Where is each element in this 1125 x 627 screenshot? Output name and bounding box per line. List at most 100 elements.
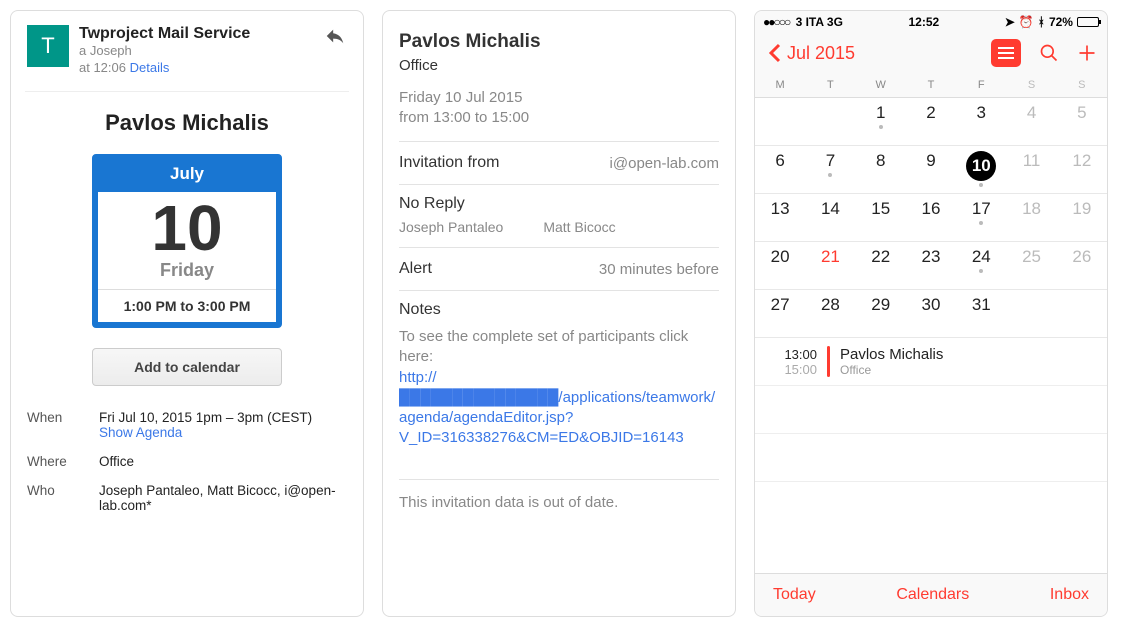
calendar-day[interactable]: 15 — [856, 194, 906, 242]
weekday-label: F — [956, 79, 1006, 91]
who-value: Joseph Pantaleo, Matt Bicocc, i@open-lab… — [99, 483, 347, 513]
calendar-day[interactable]: 25 — [1006, 242, 1056, 290]
calendar-day[interactable]: 10 — [956, 146, 1006, 194]
calendar-day[interactable]: 20 — [755, 242, 805, 290]
event-title: Pavlos Michalis — [27, 110, 347, 136]
show-agenda-link[interactable]: Show Agenda — [99, 425, 347, 440]
card-time-range: 1:00 PM to 3:00 PM — [98, 289, 276, 322]
time-line: at 12:06 — [79, 60, 126, 75]
noreply-participants: Joseph Pantaleo Matt Bicocc — [399, 219, 719, 247]
invitation-row[interactable]: Invitation from i@open-lab.com — [399, 141, 719, 184]
signal-dots-icon: ●●○○○ — [763, 15, 789, 29]
calendar-day[interactable]: 9 — [906, 146, 956, 194]
calendar-day[interactable]: 17 — [956, 194, 1006, 242]
where-value: Office — [99, 454, 347, 469]
calendar-day[interactable]: 26 — [1057, 242, 1107, 290]
status-bar: ●●○○○ 3 ITA 3G 12:52 ➤ ⏰ ᚼ 72% — [755, 11, 1107, 33]
mail-header: T Twproject Mail Service a Joseph at 12:… — [27, 25, 347, 77]
calendar-day — [1057, 290, 1107, 338]
event-date-line2: from 13:00 to 15:00 — [399, 109, 529, 126]
alarm-icon: ⏰ — [1019, 15, 1034, 29]
add-icon[interactable] — [1077, 43, 1097, 63]
empty-row — [755, 434, 1107, 482]
calendar-day[interactable]: 8 — [856, 146, 906, 194]
alert-label: Alert — [399, 260, 432, 278]
noreply-label: No Reply — [399, 195, 719, 213]
calendar-day[interactable]: 13 — [755, 194, 805, 242]
invitation-value: i@open-lab.com — [610, 155, 719, 172]
card-weekday: Friday — [98, 260, 276, 289]
calendar-day[interactable]: 11 — [1006, 146, 1056, 194]
list-view-button[interactable] — [991, 39, 1021, 67]
event-location: Office — [399, 57, 719, 74]
weekday-label: S — [1006, 79, 1056, 91]
today-button[interactable]: Today — [773, 586, 816, 604]
event-list: 13:00 15:00 Pavlos Michalis Office — [755, 338, 1107, 573]
invitation-label: Invitation from — [399, 154, 499, 172]
calendar-day[interactable]: 18 — [1006, 194, 1056, 242]
calendar-day[interactable]: 23 — [906, 242, 956, 290]
calendar-day[interactable]: 14 — [805, 194, 855, 242]
event-title: Pavlos Michalis — [399, 31, 719, 53]
calendar-card: July 10 Friday 1:00 PM to 3:00 PM — [92, 154, 282, 328]
calendars-button[interactable]: Calendars — [896, 586, 969, 604]
weekday-label: W — [856, 79, 906, 91]
back-label: Jul 2015 — [787, 43, 855, 64]
calendar-day[interactable]: 1 — [856, 98, 906, 146]
battery-icon — [1077, 17, 1099, 27]
weekday-label: T — [805, 79, 855, 91]
sender-name: Twproject Mail Service — [79, 25, 347, 43]
calendar-day[interactable]: 22 — [856, 242, 906, 290]
details-link[interactable]: Details — [130, 60, 170, 75]
clock: 12:52 — [908, 15, 939, 29]
back-button[interactable]: Jul 2015 — [765, 43, 855, 64]
calendar-day[interactable]: 16 — [906, 194, 956, 242]
calendar-day[interactable]: 21 — [805, 242, 855, 290]
calendar-day — [805, 98, 855, 146]
event-footer: This invitation data is out of date. — [399, 479, 719, 511]
search-icon[interactable] — [1039, 43, 1059, 63]
alert-value: 30 minutes before — [599, 261, 719, 278]
weekday-label: M — [755, 79, 805, 91]
calendar-day[interactable]: 7 — [805, 146, 855, 194]
event-datetime: Friday 10 Jul 2015 from 13:00 to 15:00 — [399, 88, 719, 127]
card-month: July — [98, 160, 276, 192]
alert-row[interactable]: Alert 30 minutes before — [399, 247, 719, 290]
participant-2: Matt Bicocc — [543, 219, 615, 235]
calendar-day[interactable]: 4 — [1006, 98, 1056, 146]
weekday-label: S — [1057, 79, 1107, 91]
calendar-day[interactable]: 28 — [805, 290, 855, 338]
calendar-day[interactable]: 27 — [755, 290, 805, 338]
calendar-day[interactable]: 24 — [956, 242, 1006, 290]
calendar-day[interactable]: 19 — [1057, 194, 1107, 242]
event-row-title: Pavlos Michalis — [840, 346, 943, 363]
bottom-toolbar: Today Calendars Inbox — [755, 573, 1107, 616]
event-start: 13:00 — [767, 347, 817, 362]
calendar-day — [755, 98, 805, 146]
when-value: Fri Jul 10, 2015 1pm – 3pm (CEST) — [99, 410, 312, 425]
add-to-calendar-button[interactable]: Add to calendar — [92, 348, 282, 386]
calendar-day[interactable]: 31 — [956, 290, 1006, 338]
calendar-day[interactable]: 12 — [1057, 146, 1107, 194]
calendar-day[interactable]: 3 — [956, 98, 1006, 146]
empty-row — [755, 386, 1107, 434]
where-label: Where — [27, 454, 99, 469]
calendar-day[interactable]: 6 — [755, 146, 805, 194]
notes-link[interactable]: http://███████████████/applications/team… — [399, 369, 715, 447]
calendar-day[interactable]: 29 — [856, 290, 906, 338]
battery-text: 72% — [1049, 15, 1073, 29]
event-end: 15:00 — [767, 362, 817, 377]
event-date-line1: Friday 10 Jul 2015 — [399, 89, 522, 106]
event-row[interactable]: 13:00 15:00 Pavlos Michalis Office — [755, 338, 1107, 386]
calendar-day[interactable]: 30 — [906, 290, 956, 338]
notes-label: Notes — [399, 301, 719, 319]
weekday-label: T — [906, 79, 956, 91]
inbox-button[interactable]: Inbox — [1050, 586, 1089, 604]
calendar-day[interactable]: 5 — [1057, 98, 1107, 146]
recipient-line: a Joseph — [79, 43, 132, 58]
reply-icon[interactable] — [323, 25, 347, 52]
who-row: Who Joseph Pantaleo, Matt Bicocc, i@open… — [27, 483, 347, 513]
calendar-day[interactable]: 2 — [906, 98, 956, 146]
sender-avatar: T — [27, 25, 69, 67]
nav-bar: Jul 2015 — [755, 33, 1107, 75]
